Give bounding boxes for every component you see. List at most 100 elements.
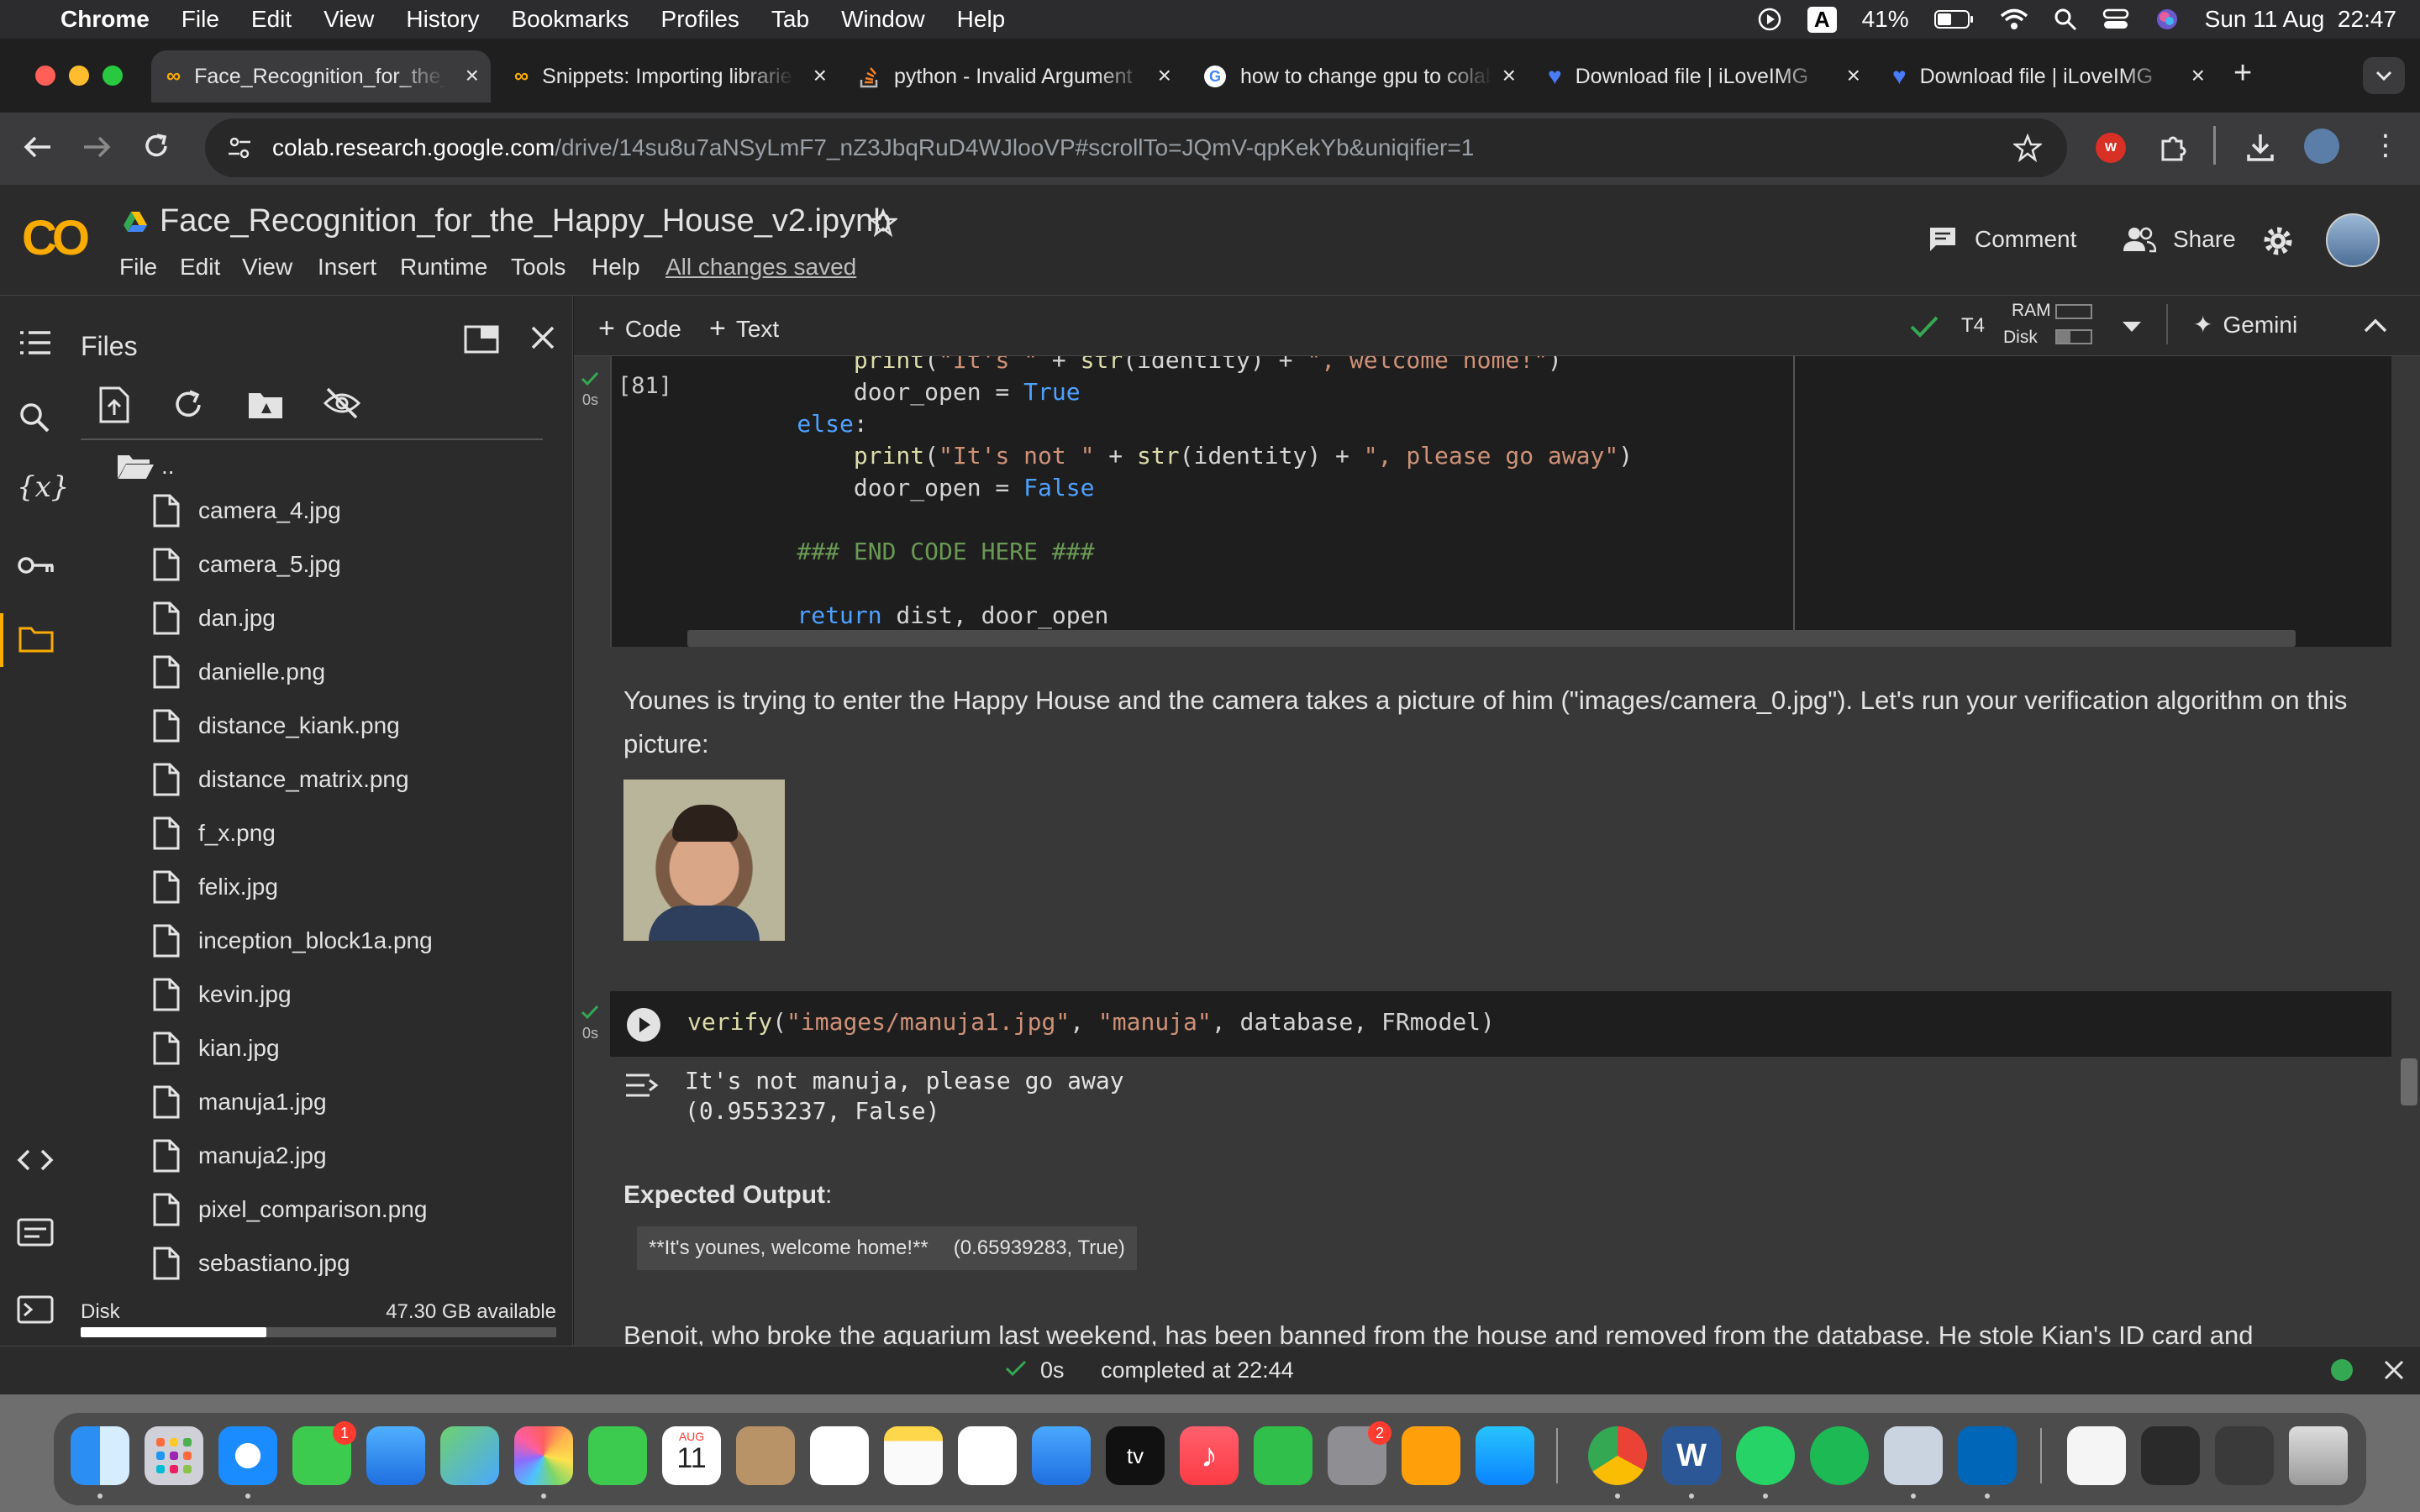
battery-icon[interactable] — [1933, 9, 1975, 29]
file-item[interactable]: camera_5.jpg — [153, 548, 341, 581]
play-status-icon[interactable] — [1757, 7, 1782, 32]
numbers-icon[interactable] — [1254, 1426, 1313, 1485]
pages-icon[interactable] — [1402, 1426, 1460, 1485]
output-actions-icon[interactable] — [624, 1070, 660, 1100]
siri-icon[interactable] — [2154, 7, 2180, 32]
close-tab-icon[interactable]: × — [466, 62, 479, 89]
word-icon[interactable]: W — [1662, 1426, 1721, 1485]
control-center-icon[interactable] — [2102, 8, 2129, 31]
reminders-icon[interactable] — [810, 1426, 869, 1485]
zoom-window-button[interactable] — [103, 66, 123, 86]
maps-icon[interactable] — [440, 1426, 499, 1485]
keynote-icon[interactable] — [1032, 1426, 1091, 1485]
collapse-header-chevron-up-icon[interactable] — [2361, 314, 2390, 336]
download-icon[interactable] — [2245, 131, 2275, 163]
browser-tab[interactable]: ∞ Snippets: Importing libraries × — [499, 50, 839, 102]
calendar-icon[interactable]: AUG 11 — [662, 1426, 721, 1485]
reload-icon[interactable] — [141, 131, 171, 161]
open-in-tab-icon[interactable] — [464, 324, 499, 354]
forward-arrow-icon[interactable] — [81, 133, 113, 161]
menu-file[interactable]: File — [182, 6, 219, 33]
bookmark-star-icon[interactable] — [2013, 134, 2042, 162]
file-item[interactable]: distance_matrix.png — [153, 763, 409, 796]
upload-file-icon[interactable] — [97, 386, 131, 423]
add-text-cell-button[interactable]: + Text — [709, 312, 779, 345]
file-item[interactable]: pixel_comparison.png — [153, 1193, 427, 1226]
chrome-menu-icon[interactable]: ⋮ — [2371, 131, 2400, 160]
close-tab-icon[interactable]: × — [1847, 62, 1860, 89]
file-item[interactable]: distance_kiank.png — [153, 709, 400, 743]
refresh-icon[interactable] — [171, 388, 205, 422]
vscode-icon[interactable] — [1958, 1426, 2017, 1485]
messages-icon[interactable]: 1 — [292, 1421, 356, 1485]
close-tab-icon[interactable]: × — [813, 62, 827, 89]
music-icon[interactable]: ♪ — [1180, 1426, 1239, 1485]
site-settings-icon[interactable] — [227, 135, 252, 160]
address-bar[interactable]: colab.research.google.com/drive/14su8u7a… — [205, 118, 2067, 177]
user-avatar[interactable] — [2326, 213, 2380, 267]
files-folder-icon[interactable] — [18, 625, 54, 654]
share-button[interactable]: Share — [2123, 225, 2236, 254]
extensions-puzzle-icon[interactable] — [2158, 133, 2188, 163]
settings-gear-icon[interactable] — [2262, 225, 2294, 257]
disk-utility-icon[interactable] — [1884, 1426, 1943, 1485]
colab-menu-help[interactable]: Help — [592, 254, 640, 281]
colab-menu-insert[interactable]: Insert — [318, 254, 376, 281]
add-code-cell-button[interactable]: + Code — [598, 312, 681, 345]
star-notebook-icon[interactable] — [869, 208, 897, 237]
menu-edit[interactable]: Edit — [251, 6, 292, 33]
code-editor[interactable]: print("It's " + str(identity) + ", welco… — [740, 356, 1633, 632]
trash-icon[interactable] — [2289, 1426, 2348, 1485]
vertical-scrollbar-thumb[interactable] — [2401, 1058, 2417, 1105]
variables-icon[interactable]: {x} — [17, 470, 69, 504]
menu-history[interactable]: History — [406, 6, 479, 33]
browser-tab[interactable]: ♥ Download file | iLoveIMG × — [1877, 50, 2217, 102]
close-tab-icon[interactable]: × — [1158, 62, 1171, 89]
file-item[interactable]: kian.jpg — [153, 1032, 280, 1065]
file-item[interactable]: danielle.png — [153, 655, 325, 689]
file-item[interactable]: f_x.png — [153, 816, 276, 850]
close-window-button[interactable] — [35, 66, 55, 86]
browser-tab[interactable]: G how to change gpu to colab × — [1188, 50, 1528, 102]
profile-avatar[interactable] — [2304, 129, 2339, 164]
search-icon[interactable] — [18, 402, 50, 433]
browser-tab-active[interactable]: ∞ Face_Recognition_for_the_Happy_House × — [151, 50, 491, 102]
wifi-icon[interactable] — [2000, 8, 2028, 31]
file-item[interactable]: dan.jpg — [153, 601, 276, 635]
menu-tab[interactable]: Tab — [771, 6, 809, 33]
notebook-title[interactable]: Face_Recognition_for_the_Happy_House_v2.… — [160, 203, 891, 239]
menu-app-name[interactable]: Chrome — [60, 6, 150, 33]
runtime-type[interactable]: T4 — [1961, 314, 1985, 338]
apple-tv-icon[interactable]: tv — [1106, 1426, 1165, 1485]
contacts-icon[interactable] — [736, 1426, 795, 1485]
menu-view[interactable]: View — [324, 6, 374, 33]
comment-button[interactable]: Comment — [1928, 225, 2076, 254]
menu-help[interactable]: Help — [957, 6, 1006, 33]
spotlight-search-icon[interactable] — [2054, 8, 2077, 31]
whatsapp-icon[interactable] — [1736, 1426, 1795, 1485]
file-item[interactable]: manuja1.jpg — [153, 1085, 327, 1119]
finder-icon[interactable] — [71, 1426, 129, 1485]
tab-search-button[interactable] — [2363, 57, 2405, 94]
launchpad-icon[interactable] — [145, 1426, 203, 1485]
mail-icon[interactable] — [366, 1426, 425, 1485]
colab-menu-tools[interactable]: Tools — [511, 254, 566, 281]
recent-stack-icon[interactable] — [2215, 1426, 2274, 1485]
file-item[interactable]: sebastiano.jpg — [153, 1247, 350, 1280]
freeform-icon[interactable] — [958, 1426, 1017, 1485]
terminal-icon[interactable] — [17, 1295, 54, 1324]
input-source-icon[interactable]: A — [1807, 6, 1837, 33]
menu-profiles[interactable]: Profiles — [661, 6, 739, 33]
app-store-icon[interactable] — [1476, 1426, 1534, 1485]
code-cell-verify-call[interactable]: verify("images/manuja1.jpg", "manuja", d… — [610, 991, 2391, 1057]
code-snippets-icon[interactable] — [17, 1147, 54, 1173]
downloads-stack-icon[interactable] — [2067, 1426, 2126, 1485]
disk-usage-meter[interactable] — [2055, 329, 2092, 344]
photos-icon[interactable] — [514, 1426, 573, 1485]
secrets-key-icon[interactable] — [17, 554, 55, 576]
new-tab-plus-icon[interactable]: + — [2233, 55, 2252, 92]
facetime-icon[interactable] — [588, 1426, 647, 1485]
colab-menu-runtime[interactable]: Runtime — [400, 254, 487, 281]
mount-drive-icon[interactable] — [247, 390, 284, 420]
gemini-button[interactable]: ✦ Gemini — [2193, 311, 2297, 339]
